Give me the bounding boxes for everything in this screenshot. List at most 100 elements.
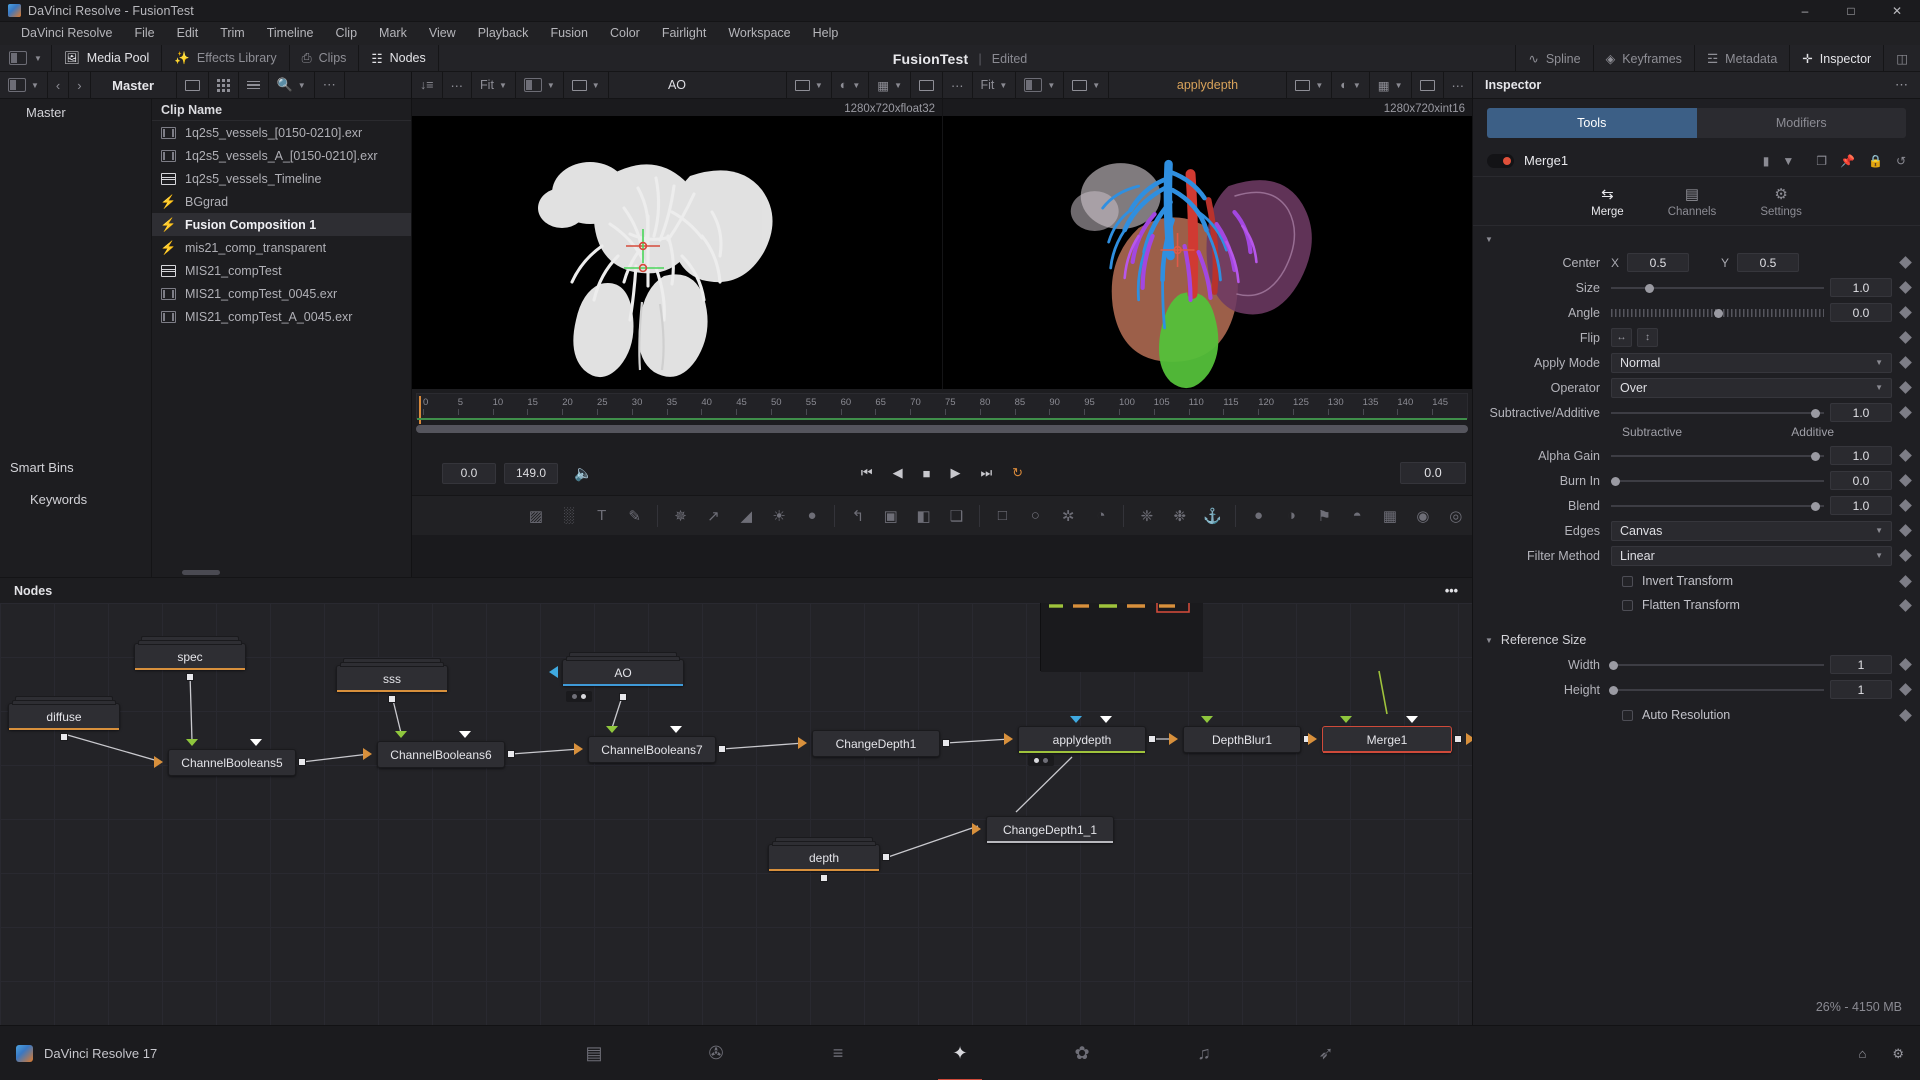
list-item[interactable]: MIS21_compTest (152, 259, 411, 282)
jump-end-button[interactable]: ⏭ (980, 465, 992, 481)
tab-modifiers[interactable]: Modifiers (1696, 108, 1906, 138)
right-viewer-fit-button[interactable]: Fit ▼ (973, 71, 1017, 99)
list-item[interactable]: MIS21_compTest_0045.exr (152, 282, 411, 305)
menu-item-clip[interactable]: Clip (325, 22, 369, 45)
param-slider[interactable] (1609, 655, 1824, 674)
output-port-diffuse[interactable] (60, 733, 68, 741)
keyframe-diamond[interactable] (1899, 549, 1912, 562)
right-color-button[interactable]: ◐ ▼ (1331, 71, 1368, 99)
node-sss[interactable]: sss (336, 658, 448, 692)
slider-knob[interactable] (1811, 408, 1821, 418)
param-slider[interactable] (1611, 403, 1824, 422)
node-channelbooleans7[interactable]: ChannelBooleans7 (588, 736, 716, 763)
edit-page[interactable]: ≡ (810, 1026, 866, 1080)
output-port-applydepth[interactable] (1148, 735, 1156, 743)
left-region-button[interactable]: ▼ (564, 71, 609, 99)
keyframe-diamond[interactable] (1899, 658, 1912, 671)
noise-tool-icon[interactable]: ░ (552, 496, 585, 536)
list-item[interactable]: 1q2s5_vessels_A_[0150-0210].exr (152, 144, 411, 167)
chevron-down-icon[interactable]: ▼ (1782, 154, 1794, 168)
tab-tools[interactable]: Tools (1487, 108, 1697, 138)
output-port-ao[interactable] (619, 693, 627, 701)
node-channelbooleans6[interactable]: ChannelBooleans6 (377, 741, 505, 768)
subtab-channels[interactable]: ▤ Channels (1668, 187, 1717, 218)
layout-preset-button[interactable]: ▼ (0, 44, 52, 72)
right-frame-button[interactable] (1410, 71, 1443, 99)
renderer3d-icon[interactable]: ▦ (1374, 496, 1407, 536)
media-pool-options-button[interactable]: ⋯ (315, 71, 345, 99)
param-value-field[interactable]: 1 (1830, 655, 1892, 674)
thumbnail-view-button[interactable] (209, 71, 239, 99)
param-dropdown[interactable]: Linear ▼ (1611, 545, 1892, 566)
left-grid-button[interactable]: ▦ ▼ (868, 71, 910, 99)
slider-knob[interactable] (1611, 476, 1621, 486)
node-changedepth1-1[interactable]: ChangeDepth1_1 (986, 816, 1114, 843)
checkbox[interactable] (1622, 709, 1633, 721)
left-viewer-fit-button[interactable]: Fit ▼ (472, 71, 516, 99)
output-port-channelbooleans5[interactable] (298, 758, 306, 766)
list-item[interactable]: 1q2s5_vessels_Timeline (152, 167, 411, 190)
viewer-assign-dots-ao[interactable] (566, 691, 592, 702)
left-viewer-image[interactable] (412, 116, 942, 389)
menu-item-davinci-resolve[interactable]: DaVinci Resolve (10, 22, 123, 45)
timeline-scrollbar[interactable] (416, 425, 1468, 433)
param-slider[interactable] (1611, 496, 1824, 515)
subtab-merge[interactable]: ⇆ Merge (1591, 187, 1624, 218)
smart-bins-header[interactable]: Smart Bins (0, 454, 74, 481)
clip-name-column-header[interactable]: Clip Name (152, 99, 411, 121)
transform-tool-icon[interactable]: ↰ (841, 496, 874, 536)
stabilizer-icon[interactable]: ⚓ (1196, 496, 1229, 536)
merge3d-icon[interactable]: ◉ (1406, 496, 1439, 536)
right-grid-button[interactable]: ▦ ▼ (1368, 71, 1411, 99)
deliver-page[interactable]: ➶ (1298, 1026, 1354, 1080)
rectangle-mask-icon[interactable]: □ (986, 496, 1019, 536)
keyframe-diamond[interactable] (1899, 381, 1912, 394)
bspline-mask-icon[interactable]: ◔ (1085, 496, 1118, 536)
param-value-field[interactable]: 1.0 (1830, 446, 1892, 465)
inspector-button[interactable]: ✛ Inspector (1789, 45, 1883, 72)
reference-size-header[interactable]: ▼ Reference Size (1473, 626, 1920, 654)
ruler-track[interactable]: 0 5 10 15 20 25 30 35 40 45 50 55 60 65 70 75 80 85 90 95 10… (416, 393, 1468, 424)
list-item[interactable]: MIS21_compTest_A_0045.exr (152, 305, 411, 328)
sidebar-toggle-button[interactable]: ▼ (0, 71, 48, 99)
text-tool-icon[interactable]: T (585, 496, 618, 536)
param-value-field[interactable]: 1.0 (1830, 403, 1892, 422)
curve-tool-icon[interactable]: ↗ (697, 496, 730, 536)
node-changedepth1[interactable]: ChangeDepth1 (812, 730, 940, 757)
nav-back-button[interactable]: ‹ (48, 71, 70, 99)
list-item[interactable]: ⚡ Fusion Composition 1 (152, 213, 411, 236)
copy-button[interactable]: ❐ (1816, 154, 1827, 168)
reset-button[interactable]: ↺ (1896, 154, 1906, 168)
home-icon[interactable]: ⌂ (1858, 1046, 1866, 1061)
keyframe-diamond[interactable] (1899, 406, 1912, 419)
node-merge1[interactable]: Merge1 (1322, 726, 1452, 753)
keyframe-diamond[interactable] (1899, 331, 1912, 344)
subtab-settings[interactable]: ⚙ Settings (1760, 187, 1802, 218)
node-color-button[interactable]: ▮ (1763, 154, 1770, 168)
menu-item-trim[interactable]: Trim (209, 22, 256, 45)
list-item[interactable]: 1q2s5_vessels_[0150-0210].exr (152, 121, 411, 144)
param-value-field[interactable]: 1.0 (1830, 278, 1892, 297)
bin-item-master[interactable]: Master (0, 99, 151, 126)
main-section-collapse[interactable]: ▼ (1473, 226, 1920, 252)
param-dropdown[interactable]: Over ▼ (1611, 377, 1892, 398)
slider-knob[interactable] (1645, 283, 1655, 293)
param-slider[interactable] (1611, 446, 1824, 465)
viewer-timeline-ruler[interactable]: 0 5 10 15 20 25 30 35 40 45 50 55 60 65 70 75 80 85 90 95 10… (412, 389, 1472, 451)
spline-button[interactable]: ∿ Spline (1515, 45, 1592, 72)
param-value-field[interactable]: 1 (1830, 680, 1892, 699)
maximize-button[interactable]: □ (1828, 0, 1874, 22)
image-plane-icon[interactable]: ◎ (1439, 496, 1472, 536)
play-button[interactable]: ▶ (950, 465, 960, 481)
project-manager-button[interactable]: ◫ (1883, 45, 1920, 72)
node-graph-canvas[interactable]: diffuse spec sss AO depth ChannelBooleans5 Cha… (0, 603, 1472, 1025)
keyframe-diamond[interactable] (1899, 449, 1912, 462)
param-slider[interactable] (1611, 278, 1824, 297)
node-enable-toggle[interactable] (1487, 153, 1514, 168)
node-graph-options-button[interactable]: ••• (1445, 584, 1458, 598)
menu-item-edit[interactable]: Edit (166, 22, 210, 45)
crop-tool-icon[interactable]: ❑ (940, 496, 973, 536)
keywords-item[interactable]: Keywords (0, 486, 87, 513)
menu-item-fairlight[interactable]: Fairlight (651, 22, 717, 45)
left-viewer-pane[interactable]: 1280x720xfloat32 (412, 99, 942, 389)
